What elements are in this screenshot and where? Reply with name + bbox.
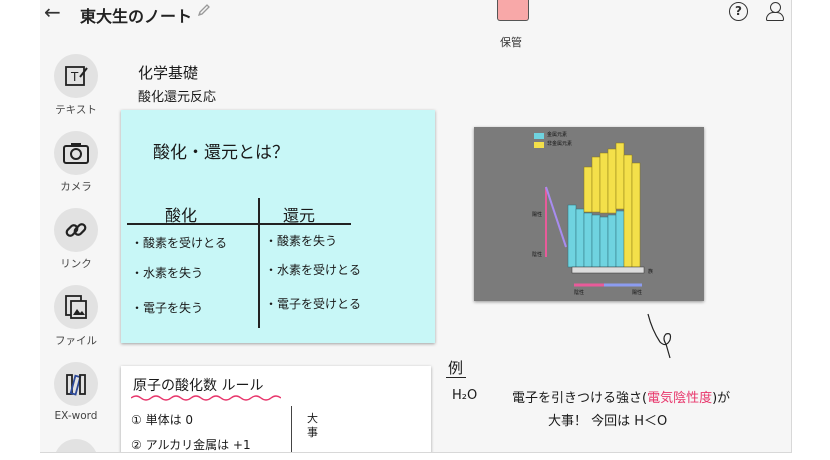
tool-link[interactable]: リンク (52, 208, 100, 271)
axis-label: 族 (648, 269, 654, 275)
example-formula: H₂O (452, 388, 478, 403)
periodic-table-electronegativity-image[interactable]: 金属元素 非金属元素 陽性 陰性 陰性 陽性 族 (474, 127, 704, 301)
rule-divider (291, 406, 292, 452)
storage-folder-icon[interactable] (497, 0, 529, 21)
rule-item: ① 単体は 0 (131, 413, 194, 427)
dictionary-books-icon (54, 362, 98, 406)
sticky-note-oxidation-rules[interactable]: 原子の酸化数 ルール ① 単体は 0 ② アルカリ金属は +1 大事 (121, 366, 431, 452)
example-explanation: 電子を引きつける強さ(電気陰性度)が (512, 387, 730, 406)
tool-text[interactable]: T テキスト (52, 54, 100, 117)
table-divider-vertical (258, 198, 260, 328)
example-underline (446, 377, 466, 378)
axis-label: 陽性 (632, 290, 643, 296)
app-window: ← 東大生のノート 保管 ? T テキスト カメラ リンク ファイル EX-wo… (40, 0, 792, 453)
pencil-edit-icon[interactable] (196, 2, 212, 22)
example-text: 電子を引きつける強さ( (512, 391, 648, 406)
camera-icon (54, 131, 98, 175)
example-text: )が (712, 391, 731, 406)
axis-label: 陽性 (532, 212, 543, 218)
axis-label: 陰性 (574, 290, 585, 296)
reduction-item: ・酸素を失う (265, 234, 338, 248)
rule-item: ② アルカリ金属は +1 (131, 438, 251, 452)
example-label: 例 (448, 359, 464, 377)
back-arrow-icon[interactable]: ← (44, 0, 61, 24)
note-heading-subject: 化学基礎 (138, 64, 199, 82)
axis-label: 陰性 (532, 252, 543, 258)
tool-label: カメラ (60, 181, 92, 193)
svg-text:T: T (70, 70, 79, 84)
help-icon[interactable]: ? (729, 2, 748, 21)
note-heading-topic: 酸化還元反応 (138, 90, 217, 105)
tool-camera[interactable]: カメラ (52, 131, 100, 194)
tool-more[interactable] (52, 439, 100, 452)
reduction-item: ・水素を受けとる (265, 263, 362, 277)
table-divider-horizontal (127, 223, 351, 225)
highlight-term: 電気陰性度 (647, 391, 713, 406)
user-account-icon[interactable] (766, 2, 784, 21)
oxidation-item: ・水素を失う (131, 266, 204, 280)
periodic-bars-graphic (545, 142, 645, 287)
text-edit-icon: T (54, 54, 98, 98)
oxidation-item: ・酸素を受けとる (131, 236, 228, 250)
link-icon (54, 208, 98, 252)
handwritten-sketch (647, 313, 672, 359)
more-tool-icon (54, 439, 98, 452)
card-title: 酸化・還元とは？ (153, 143, 289, 163)
oxidation-item: ・電子を失う (131, 301, 204, 315)
tool-file[interactable]: ファイル (52, 285, 100, 348)
tool-label: EX-word (54, 410, 98, 422)
tool-exword[interactable]: EX-word (52, 362, 100, 422)
wavy-underline (131, 395, 281, 401)
example-conclusion: 大事！ 今回は H＜O (548, 414, 668, 429)
rule-side-note: 大事 (307, 412, 318, 439)
file-image-icon (54, 285, 98, 329)
tool-label: テキスト (55, 104, 97, 116)
notebook-title[interactable]: 東大生のノート (80, 3, 192, 27)
storage-label[interactable]: 保管 (500, 34, 522, 50)
tool-label: リンク (60, 258, 92, 270)
reduction-item: ・電子を受けとる (265, 297, 362, 311)
rule-title: 原子の酸化数 ルール (133, 378, 264, 394)
tool-label: ファイル (55, 335, 97, 347)
sticky-note-redox[interactable]: 酸化・還元とは？ 酸化 還元 ・酸素を受けとる ・水素を失う ・電子を失う ・酸… (121, 110, 435, 343)
